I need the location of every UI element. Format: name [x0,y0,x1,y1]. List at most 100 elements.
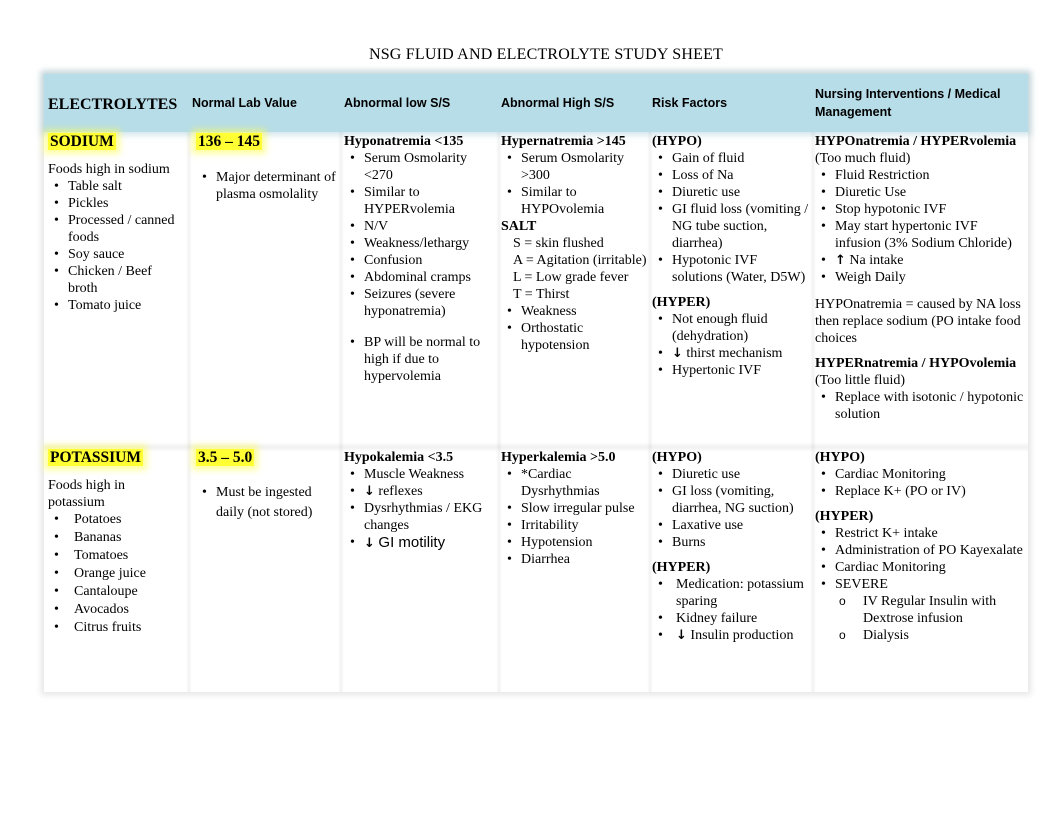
list-item: Laxative use [652,517,810,534]
list-item: Cardiac Monitoring [815,559,1027,576]
electrolyte-table: ELECTROLYTES Normal Lab Value Abnormal l… [44,74,1028,692]
sodium-risk-hypo-title: (HYPO) [652,134,702,149]
list-item: ↓ GI motility [344,534,494,552]
sodium-low-cell: Hyponatremia <135 Serum Osmolarity <270 … [344,133,494,385]
sodium-interventions-cell: HYPOnatremia / HYPERvolemia (Too much fl… [815,133,1027,423]
sodium-int-hypo-subtitle: (Too much fluid) [815,151,911,166]
sodium-int-hypo-list: Fluid Restriction Diuretic Use Stop hypo… [815,167,1027,286]
header-electrolytes: ELECTROLYTES [48,96,178,113]
sodium-label: SODIUM [48,133,116,150]
potassium-int-hyper-title: (HYPER) [815,509,874,524]
list-item: Soy sauce [48,246,184,263]
list-item: Cardiac Monitoring [815,466,1027,483]
arrow-down-icon: ↓ [676,628,687,643]
list-item: Hypertonic IVF [652,362,810,379]
na-intake-text: Na intake [849,253,904,268]
list-item: GI loss (vomiting, diarrhea, NG suction) [652,483,810,517]
list-item: Cantaloupe [48,583,184,601]
list-item: Administration of PO Kayexalate [815,542,1027,559]
list-item: Tomato juice [48,297,184,314]
potassium-risk-hyper-list: Medication: potassium sparing Kidney fai… [652,576,810,644]
potassium-int-hyper-list: Restrict K+ intake Administration of PO … [815,525,1027,644]
list-item: Dysrhythmias / EKG changes [344,500,494,534]
potassium-high-title: Hyperkalemia >5.0 [501,450,616,465]
sodium-risk-hyper-list: Not enough fluid (dehydration) ↓ thirst … [652,311,810,379]
list-item: ↑ Na intake [815,252,1027,269]
sodium-int-hypo-heading: HYPOnatremia / HYPERvolemia (Too much fl… [815,133,1027,167]
list-item: BP will be normal to high if due to hype… [344,334,494,385]
sodium-normal-cell: 136 – 145 Major determinant of plasma os… [196,133,336,203]
list-item: Citrus fruits [48,619,184,637]
potassium-risk-cell: (HYPO) Diuretic use GI loss (vomiting, d… [652,449,810,644]
list-item: GI fluid loss (vomiting / NG tube suctio… [652,201,810,252]
list-item: Serum Osmolarity >300 [501,150,647,184]
list-item: Major determinant of plasma osmolality [196,169,336,203]
potassium-electrolyte-cell: POTASSIUM Foods high in potassium Potato… [48,449,184,637]
list-item: Diuretic Use [815,184,1027,201]
list-item: Irritability [501,517,647,534]
potassium-interventions-cell: (HYPO) Cardiac Monitoring Replace K+ (PO… [815,449,1027,644]
potassium-normal-cell: 3.5 – 5.0 Must be ingested daily (not st… [196,449,336,523]
salt-mnemonic-title: SALT [501,219,537,234]
sodium-high-list: Serum Osmolarity >300 Similar to HYPOvol… [501,150,647,218]
salt-line: T = Thirst [513,287,570,302]
arrow-up-icon: ↑ [835,253,846,268]
sodium-int-hyper-title: HYPERnatremia / HYPOvolemia [815,356,1017,371]
salt-line: A = Agitation (irritable) [513,253,647,268]
list-item: Restrict K+ intake [815,525,1027,542]
potassium-risk-hyper-title: (HYPER) [652,560,711,575]
list-item: Loss of Na [652,167,810,184]
sodium-normal-value: 136 – 145 [196,133,262,150]
list-item: Medication: potassium sparing [652,576,810,610]
potassium-low-title: Hypokalemia <3.5 [344,450,454,465]
header-normal-lab-value: Normal Lab Value [192,96,297,110]
sodium-low-title: Hyponatremia <135 [344,134,464,149]
column-divider [186,132,192,692]
sodium-normal-notes: Major determinant of plasma osmolality [196,169,336,203]
sodium-int-hyper-list: Replace with isotonic / hypotonic soluti… [815,389,1027,423]
potassium-foods-title: Foods high in potassium [48,478,126,510]
list-item: Muscle Weakness [344,466,494,483]
list-item: Confusion [344,252,494,269]
header-abnormal-high: Abnormal High S/S [501,96,615,110]
sodium-foods-list: Table salt Pickles Processed / canned fo… [48,178,184,314]
list-item: Diarrhea [501,551,647,568]
sodium-high-list-2: Weakness Orthostatic hypotension [501,303,647,354]
list-item: Gain of fluid [652,150,810,167]
list-item: Bananas [48,529,184,547]
list-item: May start hypertonic IVF infusion (3% So… [815,218,1027,252]
header-risk-factors: Risk Factors [652,96,728,110]
sodium-low-list: Serum Osmolarity <270 Similar to HYPERvo… [344,150,494,385]
list-item: Diuretic use [652,184,810,201]
list-item: Must be ingested daily (not stored) [196,483,336,523]
list-item: Seizures (severe hyponatremia) [344,286,494,320]
list-item: Orthostatic hypotension [501,320,647,354]
list-item: Avocados [48,601,184,619]
sodium-high-cell: Hypernatremia >145 Serum Osmolarity >300… [501,133,647,354]
list-item: *Cardiac Dysrhythmias [501,466,647,500]
list-item: Replace K+ (PO or IV) [815,483,1027,500]
potassium-int-hypo-title: (HYPO) [815,450,865,465]
sodium-electrolyte-cell: SODIUM Foods high in sodium Table salt P… [48,133,184,314]
arrow-down-icon: ↓ [364,536,375,551]
reflexes-text: reflexes [378,484,423,499]
list-item: Table salt [48,178,184,195]
potassium-normal-value: 3.5 – 5.0 [196,449,255,466]
sodium-int-note: HYPOnatremia = caused by NA loss then re… [815,297,1021,346]
potassium-foods-list: Potatoes Bananas Tomatoes Orange juice C… [48,511,184,637]
list-item: N/V [344,218,494,235]
sodium-risk-hypo-list: Gain of fluid Loss of Na Diuretic use GI… [652,150,810,286]
sodium-int-hyper-subtitle: (Too little fluid) [815,373,906,388]
potassium-low-list: Muscle Weakness ↓ reflexes Dysrhythmias … [344,466,494,552]
list-item: ↓ Insulin production [652,627,810,644]
sodium-risk-hyper-title: (HYPER) [652,295,711,310]
list-item: Potatoes [48,511,184,529]
list-item: Orange juice [48,565,184,583]
potassium-high-cell: Hyperkalemia >5.0 *Cardiac Dysrhythmias … [501,449,647,568]
potassium-int-hypo-list: Cardiac Monitoring Replace K+ (PO or IV) [815,466,1027,500]
header-interventions: Nursing Interventions / Medical Manageme… [815,87,1001,119]
list-item: ↓ thirst mechanism [652,345,810,362]
list-item: Hypotension [501,534,647,551]
list-item: Processed / canned foods [48,212,184,246]
potassium-risk-hypo-title: (HYPO) [652,450,702,465]
